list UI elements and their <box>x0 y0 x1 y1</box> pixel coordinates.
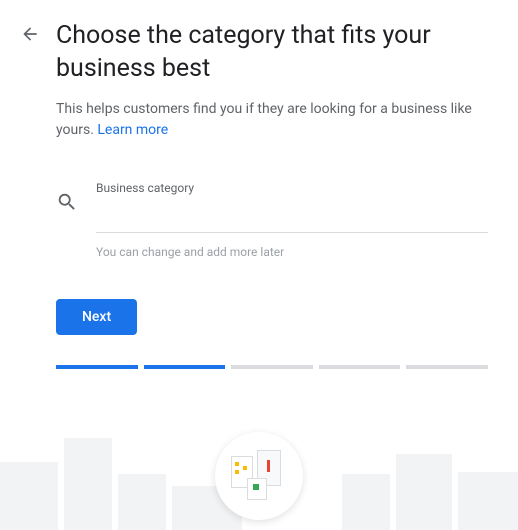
learn-more-link[interactable]: Learn more <box>97 122 168 138</box>
business-category-input[interactable] <box>96 199 488 233</box>
footer-illustration <box>0 415 518 530</box>
page-subtitle: This helps customers find you if they ar… <box>56 99 488 141</box>
progress-step <box>231 365 313 369</box>
input-label: Business category <box>96 181 488 195</box>
shopping-bags-icon <box>215 432 303 520</box>
progress-step <box>406 365 488 369</box>
progress-step <box>319 365 401 369</box>
search-icon <box>56 191 78 217</box>
progress-indicator <box>56 365 488 369</box>
input-hint: You can change and add more later <box>96 245 488 259</box>
next-button[interactable]: Next <box>56 299 137 335</box>
progress-step <box>56 365 138 369</box>
page-title: Choose the category that fits your busin… <box>56 20 488 85</box>
progress-step <box>144 365 226 369</box>
back-arrow-icon[interactable] <box>20 24 40 48</box>
